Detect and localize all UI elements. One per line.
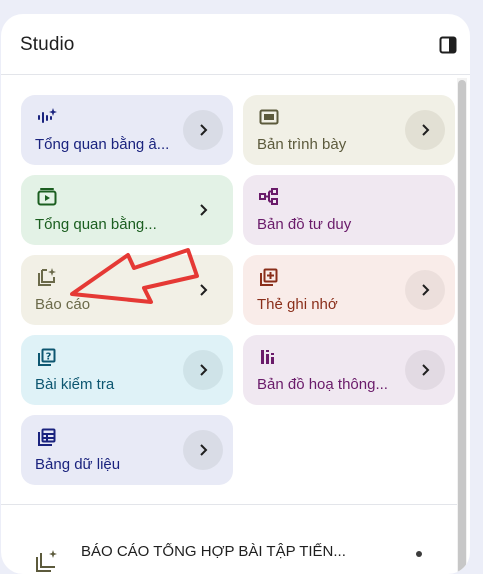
card-video-overview[interactable]: Tổng quan bằng... [21, 175, 233, 245]
card-label: Bản đồ tư duy [257, 216, 352, 233]
card-label: Bản trình bày [257, 136, 347, 153]
open-slide-deck-button[interactable] [405, 110, 445, 150]
studio-panel: Studio Tổng quan bằng â... Bản trình bày… [1, 14, 470, 574]
slides-icon [259, 107, 279, 127]
card-report[interactable]: Báo cáo [21, 255, 233, 325]
open-video-overview-button[interactable] [183, 190, 223, 230]
chevron-right-icon [200, 284, 208, 296]
chevron-right-icon [422, 124, 430, 136]
flashcards-icon [259, 267, 279, 287]
card-label: Thẻ ghi nhớ [257, 296, 338, 313]
card-mind-map[interactable]: Bản đồ tư duy [243, 175, 455, 245]
quiz-icon: ? [37, 347, 57, 367]
saved-report-item[interactable]: BÁO CÁO TỔNG HỢP BÀI TẬP TIẾN... [1, 505, 457, 574]
card-label: Tổng quan bằng... [35, 216, 157, 233]
card-quiz[interactable]: ? Bài kiểm tra [21, 335, 233, 405]
data-table-icon [37, 427, 57, 447]
chevron-right-icon [200, 444, 208, 456]
infographic-icon [259, 347, 279, 367]
card-label: Bản đồ hoạ thông... [257, 376, 388, 393]
card-infographic[interactable]: Bản đồ hoạ thông... [243, 335, 455, 405]
card-flashcards[interactable]: Thẻ ghi nhớ [243, 255, 455, 325]
open-report-button[interactable] [183, 270, 223, 310]
panel-collapse-icon [439, 36, 457, 54]
scrollbar[interactable] [457, 78, 467, 574]
page-title: Studio [20, 34, 75, 55]
card-label: Báo cáo [35, 296, 91, 313]
studio-header: Studio [1, 14, 470, 75]
audio-sparkle-icon [37, 107, 57, 127]
card-audio-overview[interactable]: Tổng quan bằng â... [21, 95, 233, 165]
card-slide-deck[interactable]: Bản trình bày [243, 95, 455, 165]
open-flashcards-button[interactable] [405, 270, 445, 310]
svg-text:?: ? [46, 352, 52, 363]
video-icon [37, 187, 57, 207]
open-audio-overview-button[interactable] [183, 110, 223, 150]
open-infographic-button[interactable] [405, 350, 445, 390]
saved-report-title: BÁO CÁO TỔNG HỢP BÀI TẬP TIẾN... [81, 543, 346, 560]
report-sparkle-icon [35, 549, 59, 573]
card-label: Tổng quan bằng â... [35, 136, 170, 153]
more-options-icon[interactable] [416, 551, 422, 557]
chevron-right-icon [200, 124, 208, 136]
chevron-right-icon [422, 364, 430, 376]
chevron-right-icon [200, 204, 208, 216]
mind-map-icon [259, 187, 279, 207]
chevron-right-icon [200, 364, 208, 376]
card-label: Bảng dữ liệu [35, 456, 121, 473]
report-sparkle-icon [37, 267, 57, 287]
collapse-panel-button[interactable] [435, 33, 461, 57]
scrollbar-thumb[interactable] [458, 80, 466, 574]
open-quiz-button[interactable] [183, 350, 223, 390]
card-label: Bài kiểm tra [35, 376, 115, 393]
open-data-table-button[interactable] [183, 430, 223, 470]
card-data-table[interactable]: Bảng dữ liệu [21, 415, 233, 485]
chevron-right-icon [422, 284, 430, 296]
